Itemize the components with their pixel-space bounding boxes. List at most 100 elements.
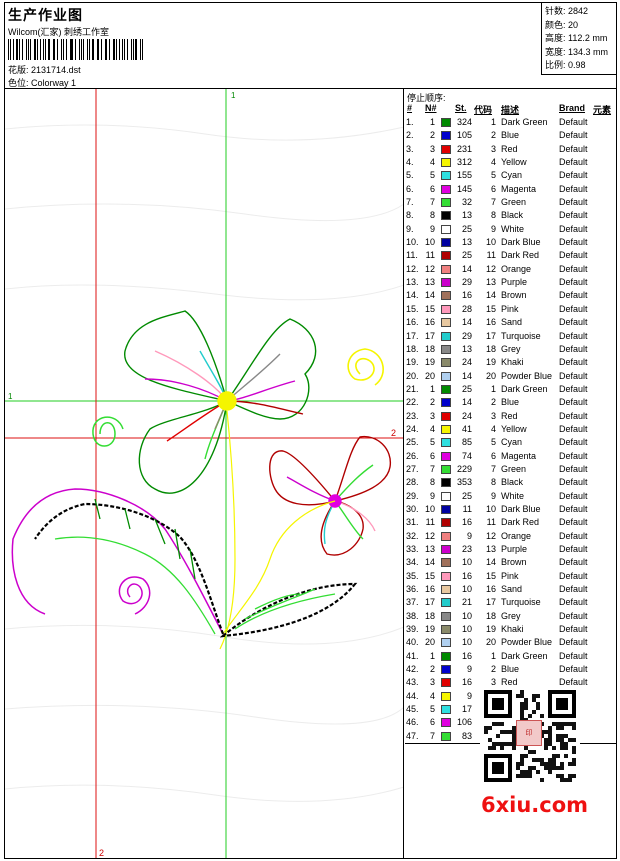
- table-row[interactable]: 12. 12 14 12 Orange Default: [405, 263, 616, 276]
- table-row[interactable]: 15. 15 28 15 Pink Default: [405, 303, 616, 316]
- qr-module: [548, 734, 552, 738]
- row-description: Green: [501, 463, 527, 474]
- table-row[interactable]: 33. 13 23 13 Purple Default: [405, 543, 616, 556]
- row-color-swatch: [441, 625, 451, 635]
- table-row[interactable]: 32. 12 9 12 Orange Default: [405, 530, 616, 543]
- table-row[interactable]: 28. 8 353 8 Black Default: [405, 476, 616, 489]
- table-row[interactable]: 25. 5 85 5 Cyan Default: [405, 436, 616, 449]
- row-brand: Default: [559, 477, 588, 488]
- design-canvas[interactable]: 1 1 2 2: [5, 89, 404, 858]
- row-description: Green: [501, 197, 527, 208]
- row-number: 7.: [406, 197, 414, 208]
- table-row[interactable]: 4. 4 312 4 Yellow Default: [405, 156, 616, 169]
- table-row[interactable]: 11. 11 25 11 Dark Red Default: [405, 249, 616, 262]
- table-row[interactable]: 19. 19 24 19 Khaki Default: [405, 356, 616, 369]
- design-stats: 针数: 2842 颜色: 20 高度: 112.2 mm 宽度: 134.3 m…: [541, 3, 616, 75]
- table-row[interactable]: 38. 18 10 18 Grey Default: [405, 610, 616, 623]
- qr-module: [520, 702, 524, 706]
- table-row[interactable]: 14. 14 16 14 Brown Default: [405, 289, 616, 302]
- qr-module: [564, 722, 568, 726]
- qr-module: [532, 750, 536, 754]
- row-description: Dark Red: [501, 250, 540, 261]
- table-row[interactable]: 22. 2 14 2 Blue Default: [405, 396, 616, 409]
- row-brand: Default: [559, 303, 588, 314]
- table-row[interactable]: 26. 6 74 6 Magenta Default: [405, 450, 616, 463]
- row-stitches: 41: [461, 423, 472, 434]
- qr-module: [520, 714, 524, 718]
- qr-module: [536, 758, 540, 762]
- row-number: 12.: [406, 263, 419, 274]
- table-row[interactable]: 13. 13 29 13 Purple Default: [405, 276, 616, 289]
- table-row[interactable]: 6. 6 145 6 Magenta Default: [405, 183, 616, 196]
- table-row[interactable]: 27. 7 229 7 Green Default: [405, 463, 616, 476]
- row-code: 4: [490, 423, 496, 434]
- qr-module: [572, 774, 576, 778]
- table-row[interactable]: 1. 1 324 1 Dark Green Default: [405, 116, 616, 129]
- guide-label-vertical-red: 2: [99, 848, 104, 858]
- qr-module: [536, 702, 540, 706]
- row-description: Khaki: [501, 357, 524, 368]
- table-row[interactable]: 36. 16 10 16 Sand Default: [405, 583, 616, 596]
- row-code: 15: [485, 303, 496, 314]
- row-color-swatch: [441, 238, 451, 248]
- col-head-num: #: [407, 103, 413, 113]
- row-needle: 6: [429, 450, 435, 461]
- qr-module: [544, 742, 548, 746]
- table-row[interactable]: 31. 11 16 11 Dark Red Default: [405, 516, 616, 529]
- row-color-swatch: [441, 545, 451, 554]
- row-code: 14: [485, 290, 496, 301]
- table-row[interactable]: 41. 1 16 1 Dark Green Default: [405, 650, 616, 663]
- table-row[interactable]: 3. 3 231 3 Red Default: [405, 143, 616, 156]
- row-needle: 2: [429, 130, 435, 141]
- qr-module: [532, 766, 536, 770]
- table-row[interactable]: 10. 10 13 10 Dark Blue Default: [405, 236, 616, 249]
- row-number: 26.: [406, 450, 419, 461]
- table-row[interactable]: 39. 19 10 19 Khaki Default: [405, 623, 616, 636]
- table-row[interactable]: 2. 2 105 2 Blue Default: [405, 129, 616, 142]
- row-needle: 14: [425, 557, 436, 568]
- table-row[interactable]: 17. 17 29 17 Turquoise Default: [405, 330, 616, 343]
- leaf-right-fill: [244, 588, 316, 620]
- qr-module: [556, 734, 560, 738]
- table-row[interactable]: 40. 20 10 20 Powder Blue Default: [405, 636, 616, 649]
- table-row[interactable]: 23. 3 24 3 Red Default: [405, 410, 616, 423]
- table-row[interactable]: 21. 1 25 1 Dark Green Default: [405, 383, 616, 396]
- table-row[interactable]: 20. 20 14 20 Powder Blue Default: [405, 370, 616, 383]
- qr-module: [500, 746, 504, 750]
- table-row[interactable]: 9. 9 25 9 White Default: [405, 223, 616, 236]
- row-color-swatch: [441, 518, 451, 528]
- row-color-swatch: [441, 144, 451, 154]
- table-row[interactable]: 35. 15 16 15 Pink Default: [405, 570, 616, 583]
- table-row[interactable]: 37. 17 21 17 Turquoise Default: [405, 596, 616, 609]
- table-row[interactable]: 7. 7 32 7 Green Default: [405, 196, 616, 209]
- table-row[interactable]: 29. 9 25 9 White Default: [405, 490, 616, 503]
- row-color-swatch: [441, 331, 451, 341]
- row-code: 4: [490, 157, 496, 168]
- row-needle: 12: [425, 263, 436, 274]
- row-description: Magenta: [501, 183, 537, 194]
- qr-module: [536, 706, 540, 710]
- table-row[interactable]: 30. 10 11 10 Dark Blue Default: [405, 503, 616, 516]
- qr-module: [532, 694, 536, 698]
- row-stitches: 29: [461, 330, 472, 341]
- row-color-swatch: [441, 665, 451, 675]
- stat-scale: 比例: 0.98: [545, 60, 586, 70]
- qr-module: [496, 722, 500, 726]
- table-row[interactable]: 42. 2 9 2 Blue Default: [405, 663, 616, 676]
- row-brand: Default: [559, 237, 588, 248]
- table-row[interactable]: 18. 18 13 18 Grey Default: [405, 343, 616, 356]
- design-file-line: 花版: 2131714.dst: [8, 63, 81, 76]
- qr-module: [532, 710, 536, 714]
- row-code: 11: [486, 250, 496, 261]
- table-row[interactable]: 5. 5 155 5 Cyan Default: [405, 169, 616, 182]
- table-row[interactable]: 16. 16 14 16 Sand Default: [405, 316, 616, 329]
- qr-module: [552, 746, 556, 750]
- row-brand: Default: [559, 530, 588, 541]
- table-row[interactable]: 24. 4 41 4 Yellow Default: [405, 423, 616, 436]
- row-number: 14.: [406, 290, 419, 301]
- table-row[interactable]: 34. 14 10 14 Brown Default: [405, 556, 616, 569]
- row-brand: Default: [559, 584, 588, 595]
- qr-module: [572, 746, 576, 750]
- row-brand: Default: [559, 263, 588, 274]
- table-row[interactable]: 8. 8 13 8 Black Default: [405, 209, 616, 222]
